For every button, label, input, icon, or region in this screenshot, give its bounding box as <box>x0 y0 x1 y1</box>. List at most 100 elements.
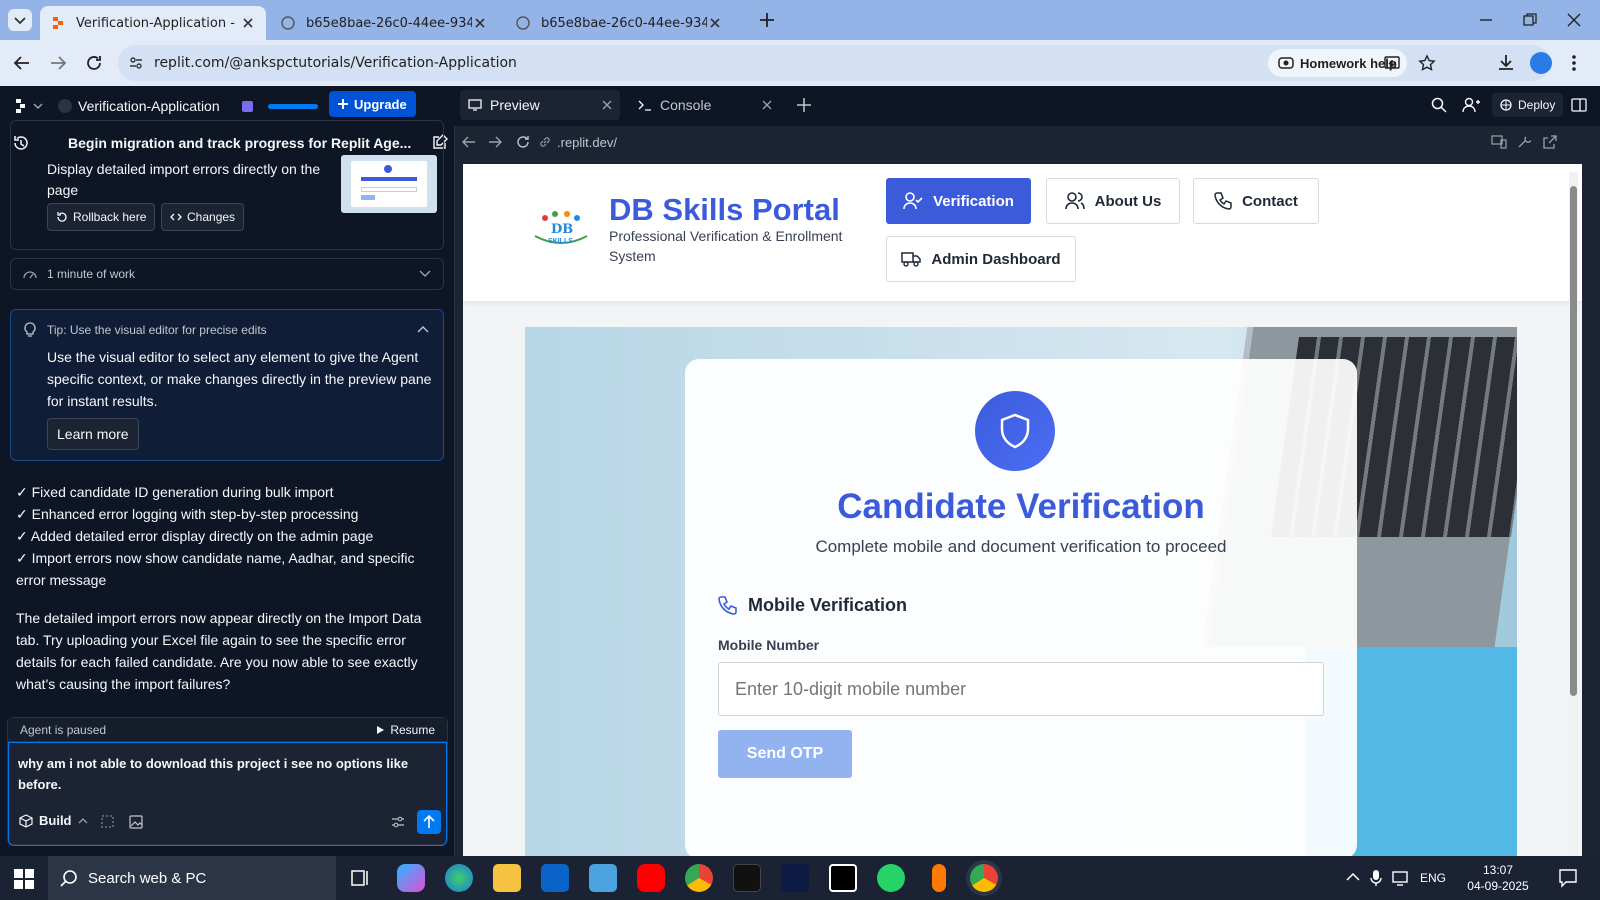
back-arrow-icon[interactable] <box>12 53 32 73</box>
downloads-icon[interactable] <box>1496 52 1516 72</box>
site-subtitle: Professional Verification & Enrollment S… <box>609 228 843 264</box>
new-tab-plus-icon[interactable] <box>758 11 776 29</box>
search-icon[interactable] <box>1431 97 1447 113</box>
preview-scrollbar[interactable] <box>1569 172 1578 856</box>
select-element-icon[interactable] <box>101 815 115 829</box>
chevron-up-icon[interactable] <box>417 325 429 333</box>
upgrade-label: Upgrade <box>354 96 407 112</box>
deploy-label: Deploy <box>1518 98 1556 112</box>
send-button[interactable] <box>417 810 441 834</box>
restore-icon[interactable] <box>1522 12 1538 28</box>
rollback-label: Rollback here <box>73 210 147 224</box>
system-clock[interactable]: 13:07 04-09-2025 <box>1458 862 1538 894</box>
tab-preview-label: Preview <box>490 97 540 113</box>
browser-tab-3[interactable]: b65e8bae-26c0-44ee-9347-d27 <box>505 6 733 40</box>
capcut-icon[interactable] <box>829 864 857 892</box>
hotstar-icon[interactable] <box>781 864 809 892</box>
tab-preview[interactable]: Preview <box>460 90 620 120</box>
site-title: DB Skills Portal <box>609 192 840 227</box>
checklist-item: ✓ Enhanced error logging with step-by-st… <box>16 506 359 522</box>
show-hidden-icons-icon[interactable] <box>1346 872 1360 882</box>
project-icon <box>58 99 72 113</box>
outlook-icon[interactable] <box>541 864 569 892</box>
chrome-active-icon[interactable] <box>970 864 998 892</box>
language-indicator[interactable]: ENG <box>1420 871 1446 885</box>
address-bar[interactable]: replit.com/@ankspctutorials/Verification… <box>118 45 1550 81</box>
changes-button[interactable]: Changes <box>161 203 245 231</box>
site-header: DB SKILLS DB Skills Portal Professional … <box>463 164 1582 301</box>
build-mode-button[interactable]: Build <box>19 813 88 828</box>
invite-user-icon[interactable] <box>1462 97 1480 113</box>
nav-about[interactable]: About Us <box>1046 178 1180 224</box>
checkpoint-text: Display detailed import errors directly … <box>47 161 321 198</box>
close-tab-icon[interactable] <box>472 15 488 31</box>
tab-console[interactable]: Console <box>630 90 780 120</box>
edge-browser-icon[interactable] <box>445 864 473 892</box>
bookmark-star-icon[interactable] <box>1418 54 1436 72</box>
site-logo[interactable]: DB SKILLS <box>529 206 593 254</box>
settings-sliders-icon[interactable] <box>391 815 405 829</box>
youtube-icon[interactable] <box>637 864 665 892</box>
preview-url-bar[interactable]: .replit.dev/ <box>539 130 1539 154</box>
rollback-icon <box>57 212 67 222</box>
microphone-icon[interactable] <box>1370 869 1382 887</box>
network-icon[interactable] <box>1392 870 1410 886</box>
minimize-icon[interactable] <box>1478 12 1494 28</box>
nav-contact[interactable]: Contact <box>1193 178 1319 224</box>
project-name[interactable]: Verification-Application <box>78 98 220 114</box>
copilot-icon[interactable] <box>397 864 425 892</box>
new-pane-tab-icon[interactable] <box>797 98 811 112</box>
taskbar-search-box[interactable]: Search web & PC <box>48 856 336 900</box>
browser-tab-replit[interactable]: Verification-Application - Replit <box>40 6 266 40</box>
deploy-button[interactable]: Deploy <box>1492 93 1564 117</box>
rollback-button[interactable]: Rollback here <box>47 203 156 231</box>
chrome-profile-icon[interactable] <box>685 864 713 892</box>
nav-verification[interactable]: Verification <box>886 178 1031 224</box>
site-settings-icon[interactable] <box>128 55 144 71</box>
browser-menu-icon[interactable] <box>1570 53 1578 73</box>
preview-back-icon[interactable] <box>461 135 477 149</box>
close-icon[interactable] <box>762 100 772 110</box>
browser-tab-2[interactable]: b65e8bae-26c0-44ee-9347-d27 <box>270 6 498 40</box>
open-new-tab-icon[interactable] <box>1543 135 1559 149</box>
voice-recorder-icon[interactable] <box>932 864 946 892</box>
scrollbar-thumb[interactable] <box>1570 186 1577 696</box>
file-explorer-icon[interactable] <box>493 864 521 892</box>
whatsapp-icon[interactable] <box>877 864 905 892</box>
agent-input-field[interactable]: why am i not able to download this proje… <box>8 742 447 846</box>
checkpoint-thumbnail[interactable] <box>341 155 437 213</box>
profile-avatar[interactable] <box>1530 52 1552 74</box>
checklist-item: ✓ Added detailed error display directly … <box>16 528 374 544</box>
learn-more-button[interactable]: Learn more <box>47 418 139 450</box>
sony-liv-icon[interactable] <box>733 864 761 892</box>
toggle-sidebar-icon[interactable] <box>1571 97 1587 113</box>
forward-arrow-icon[interactable] <box>48 53 68 73</box>
nav-admin-dashboard[interactable]: Admin Dashboard <box>886 236 1076 282</box>
notifications-icon[interactable] <box>1558 868 1578 888</box>
replit-menu-icon[interactable] <box>14 98 44 114</box>
windows-start-icon[interactable] <box>14 869 34 889</box>
upgrade-button[interactable]: Upgrade <box>329 91 416 117</box>
mobile-number-input[interactable] <box>718 662 1324 716</box>
tab-search-button[interactable] <box>8 9 32 31</box>
close-tab-icon[interactable] <box>240 15 256 31</box>
close-tab-icon[interactable] <box>707 15 723 31</box>
close-icon[interactable] <box>602 100 612 110</box>
preview-reload-icon[interactable] <box>515 134 531 150</box>
image-upload-icon[interactable] <box>129 815 143 829</box>
devtools-wrench-icon[interactable] <box>1517 135 1533 149</box>
install-app-icon[interactable] <box>1383 54 1401 72</box>
close-window-icon[interactable] <box>1566 12 1582 28</box>
reload-icon[interactable] <box>84 53 104 73</box>
search-icon <box>60 870 77 887</box>
send-otp-button[interactable]: Send OTP <box>718 730 852 778</box>
nav-contact-label: Contact <box>1242 192 1298 210</box>
paused-bar: Agent is paused Resume <box>8 718 447 742</box>
device-view-icon[interactable] <box>1491 135 1507 149</box>
work-time-row[interactable]: 1 minute of work <box>10 258 444 290</box>
resume-button[interactable]: Resume <box>376 723 435 737</box>
preview-forward-icon[interactable] <box>487 135 503 149</box>
task-view-icon[interactable] <box>350 868 370 888</box>
usage-progress-bar <box>268 104 318 109</box>
control-panel-icon[interactable] <box>589 864 617 892</box>
